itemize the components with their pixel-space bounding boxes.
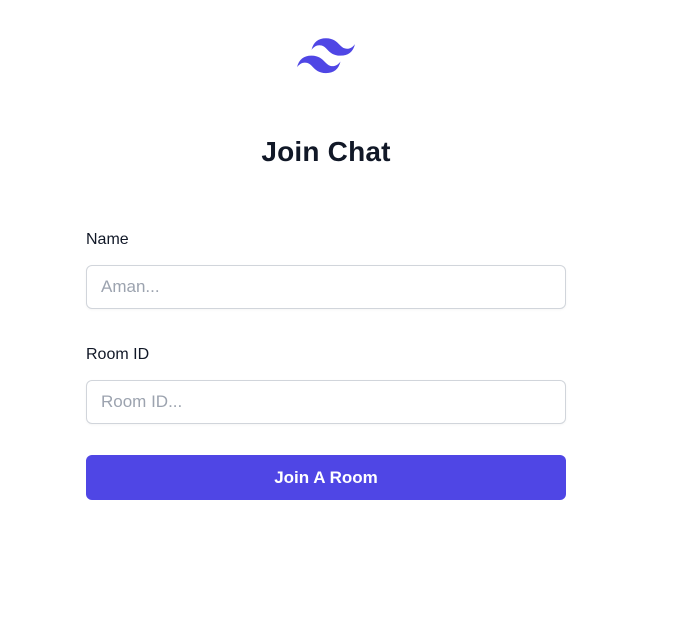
name-input[interactable] <box>86 265 566 309</box>
name-label: Name <box>86 231 129 248</box>
page-title: Join Chat <box>261 136 391 167</box>
join-room-button[interactable]: Join A Room <box>86 455 566 500</box>
room-id-label: Room ID <box>86 346 150 363</box>
room-id-input[interactable] <box>86 380 566 424</box>
join-chat-page: Join Chat Name Room ID Join A Room <box>0 0 688 622</box>
tailwind-logo-icon <box>297 38 355 74</box>
